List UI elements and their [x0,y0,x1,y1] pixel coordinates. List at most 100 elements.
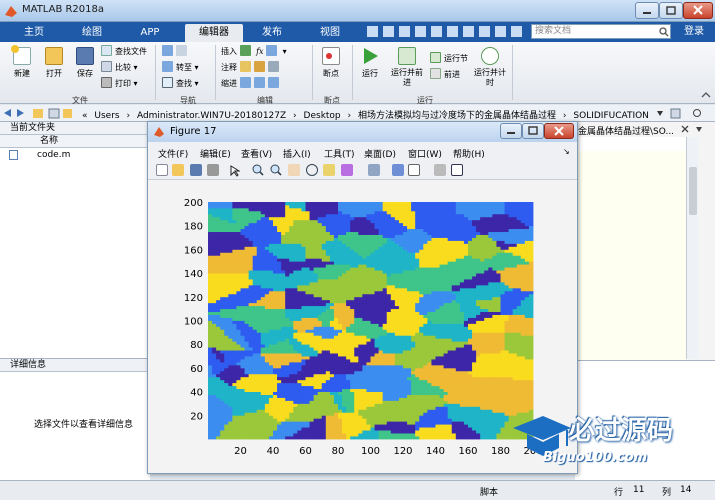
figure-close-button[interactable] [544,123,574,139]
find-button[interactable]: 查找 ▾ [162,77,199,91]
heatmap-cell [398,311,404,315]
file-item[interactable]: code.m [0,148,149,162]
insert-button[interactable]: 插入 fx ▾ [221,45,287,59]
run-and-advance-button[interactable]: 运行并前进 [390,47,424,88]
menu-insert[interactable]: 插入(I) [283,147,311,160]
heatmap-cell [309,305,315,310]
menu-dock-arrow-icon[interactable]: ↘ [563,147,570,156]
heatmap-cell [358,329,363,333]
address-actions[interactable] [655,108,711,119]
heatmap-cell [415,284,420,289]
heatmap-cell [297,379,302,384]
heatmap-cell [208,302,213,307]
tab-home[interactable]: 主页 [14,24,54,42]
zoom-in-icon[interactable] [252,164,264,176]
tab-plots[interactable]: 绘图 [72,24,112,42]
show-plot-tools-icon[interactable] [451,164,463,176]
heatmap-cell [309,267,315,271]
search-input[interactable]: 搜索文档 [531,24,671,39]
heatmap-cell [281,267,286,271]
run-button[interactable]: 运行 [356,47,384,79]
run-and-time-button[interactable]: 运行并计时 [474,47,506,88]
new-figure-icon[interactable] [156,164,168,176]
open-file-icon[interactable] [172,164,184,176]
legend-icon[interactable] [408,164,420,176]
indent-button[interactable]: 缩进 [221,77,282,91]
tab-editor[interactable]: 编辑器 [185,24,243,42]
open-button[interactable]: 打开 [40,47,68,79]
minimize-button[interactable] [635,2,659,19]
heatmap-cell [293,356,298,360]
heatmap-cell [378,338,384,342]
goto-button[interactable]: 转至 ▾ [162,61,199,75]
maximize-button[interactable] [659,2,683,19]
menu-help[interactable]: 帮助(H) [453,147,485,160]
code-editor[interactable] [575,137,687,361]
heatmap-cell [317,373,323,378]
find-files-button[interactable]: 查找文件 [101,45,147,59]
colorbar-icon[interactable] [392,164,404,176]
heatmap-cell [264,332,270,336]
crumb-solidifucation[interactable]: SOLIDIFUCATION [573,111,649,121]
pan-icon[interactable] [288,164,300,176]
hide-plot-tools-icon[interactable] [434,164,446,176]
menu-edit[interactable]: 编辑(E) [200,147,231,160]
tab-view[interactable]: 视图 [310,24,350,42]
menu-window[interactable]: 窗口(W) [408,147,442,160]
collapse-ribbon-icon[interactable] [700,90,712,100]
heatmap-cell [390,418,396,422]
heatmap-cell [260,338,266,342]
figure-minimize-button[interactable] [500,123,522,139]
save-figure-icon[interactable] [190,164,202,176]
comment-button[interactable]: 注释 [221,61,282,75]
advance-button[interactable]: 前进 [430,68,460,82]
breadcrumb[interactable]: « Users › Administrator.WIN7U-20180127Z … [82,108,649,121]
heatmap-cell [264,364,270,369]
data-cursor-icon[interactable] [323,164,335,176]
link-plot-icon[interactable] [368,164,380,176]
crumb-desktop[interactable]: Desktop [304,111,341,121]
heatmap-cell [333,367,339,372]
zoom-out-icon[interactable] [270,164,282,176]
crumb-users[interactable]: Users [94,111,119,121]
heatmap-cell [333,279,339,283]
menu-view[interactable]: 查看(V) [241,147,272,160]
breakpoints-button[interactable]: 断点 [316,47,346,79]
fx-button[interactable]: fx [256,47,263,56]
heatmap-cell [419,261,424,265]
name-column-header[interactable]: 名称 [0,135,149,148]
brush-icon[interactable] [341,164,353,176]
heatmap-cell [443,353,449,357]
editor-tab-title[interactable]: 金属晶体结晶过程\SO... [578,124,688,137]
menu-file[interactable]: 文件(F) [158,147,188,160]
new-button[interactable]: 新建 [8,45,36,79]
crumb-project-folder[interactable]: 相场方法模拟均与过冷度场下的金属晶体结晶过程 [358,111,556,121]
heatmap-cell [447,379,453,384]
heatmap-cell [293,258,298,262]
rotate-3d-icon[interactable] [306,164,318,176]
login-button[interactable]: 登录 [676,24,712,39]
tab-apps[interactable]: APP [130,24,170,42]
compare-button[interactable]: 比较 ▾ [101,61,138,75]
pointer-icon[interactable] [230,165,241,177]
address-nav-icons[interactable] [3,108,73,119]
menu-tools[interactable]: 工具(T) [324,147,355,160]
figure-maximize-button[interactable] [522,123,544,139]
tab-publish[interactable]: 发布 [252,24,292,42]
save-button[interactable]: 保存 [71,47,99,79]
menu-desktop[interactable]: 桌面(D) [364,147,396,160]
heatmap-cell [301,433,306,437]
heatmap-cell [220,424,225,428]
print-button[interactable]: 打印 ▾ [101,77,138,91]
editor-tab-controls[interactable] [680,124,710,135]
editor-scrollbar[interactable] [686,137,698,359]
search-icon[interactable] [659,27,669,37]
run-section-button[interactable]: 运行节 [430,52,468,66]
heatmap-cell [451,364,457,369]
scrollbar-thumb[interactable] [689,167,697,215]
crumb-administrator[interactable]: Administrator.WIN7U-20180127Z [137,111,286,121]
print-figure-icon[interactable] [207,164,219,176]
close-button[interactable] [683,2,713,19]
back-forward-buttons[interactable] [162,45,190,59]
heatmap-cell [309,252,315,256]
